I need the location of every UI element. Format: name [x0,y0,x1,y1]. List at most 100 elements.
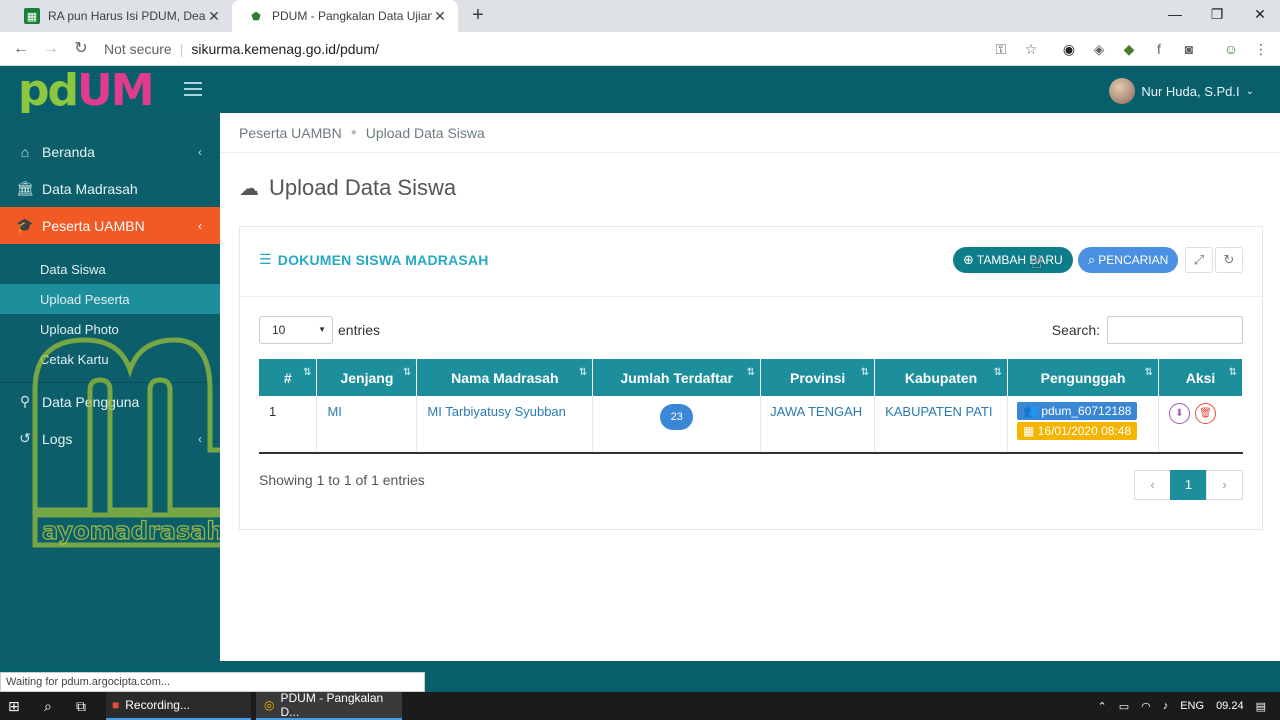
cell-nama[interactable]: MI Tarbiyatusy Syubban [416,396,594,454]
pagination: ‹ 1 › [1134,470,1243,500]
caret-down-icon: ▼ [318,325,326,334]
language-label[interactable]: ENG [1180,700,1204,712]
chevron-left-icon: ‹ [198,431,202,446]
add-new-button[interactable]: ⊕ TAMBAH BARU [953,247,1073,273]
record-icon: ■ [112,698,120,712]
extension-icon[interactable]: ◈ [1090,40,1108,58]
back-icon[interactable]: ← [8,36,34,62]
uploader-label: 👥 pdum_60712188 [1017,402,1138,420]
extension-icon[interactable]: ◉ [1060,40,1078,58]
main-content: Peserta UAMBN ● Upload Data Siswa ☁ Uplo… [220,113,1280,661]
browser-toolbar: ← → ↻ i Not secure | sikurma.kemenag.go.… [0,32,1280,295]
calendar-icon: ▦ [1023,424,1035,438]
institution-icon: 🏛 [16,180,34,196]
col-header-jumlah[interactable]: Jumlah Terdaftar ⇅ [592,359,762,396]
window-close-icon[interactable]: ✕ [1237,0,1280,30]
sort-icon: ⇅ [303,367,312,378]
notification-icon[interactable]: ▤ [1256,700,1266,713]
home-icon: ⌂ [20,143,30,160]
sidebar-item-data-madrasah[interactable]: 🏛 Data Madrasah [0,170,220,207]
user-menu[interactable]: Nur Huda, S.Pd.I ⌄ [1109,78,1254,104]
sidebar-subitem-upload-peserta[interactable]: Upload Peserta [0,284,220,314]
address-bar[interactable]: i Not secure | sikurma.kemenag.go.id/pdu… [104,34,1054,295]
camera-icon[interactable]: ◙ [1180,40,1198,58]
breadcrumb-current: Upload Data Siswa [365,124,485,141]
col-header-no[interactable]: # ⇅ [259,359,318,396]
facebook-icon[interactable]: f [1150,40,1168,58]
sidebar-subitem-data-siswa[interactable]: Data Siswa [0,254,220,284]
list-icon: ☰ [259,251,272,267]
col-header-kabupaten[interactable]: Kabupaten ⇅ [874,359,1009,396]
search-icon[interactable]: ⌕ [44,692,52,720]
volume-icon[interactable]: ♪ [1163,700,1169,712]
col-header-nama[interactable]: Nama Madrasah ⇅ [416,359,594,396]
history-icon: ↺ [19,430,31,446]
restore-icon[interactable]: ❐ [1194,0,1240,30]
taskbar-app-recording[interactable]: ■ Recording... [106,692,251,720]
cell-jumlah: 23 [592,396,762,454]
clock[interactable]: 09.24 [1216,700,1244,712]
hamburger-icon[interactable] [184,82,202,96]
reload-icon[interactable]: ↻ [68,36,94,62]
cell-kabupaten: KABUPATEN PATI [874,396,1009,454]
refresh-icon[interactable]: ↻ [1215,247,1243,273]
new-tab-icon[interactable]: + [466,4,490,28]
wifi-icon[interactable]: ◠ [1141,700,1151,713]
key-icon[interactable]: ⚿ [992,40,1010,58]
minimize-icon[interactable]: — [1152,0,1198,30]
sort-icon: ⇅ [746,367,756,378]
avatar [1109,78,1136,104]
pdum-logo[interactable]: pdUM [18,69,155,113]
profile-icon[interactable]: ☺ [1222,40,1240,58]
menu-icon[interactable]: ⋮ [1252,40,1270,58]
chevron-up-icon[interactable]: ⌃ [1097,700,1106,713]
search-input[interactable] [1107,316,1243,344]
search-icon: ⌕ [1088,252,1096,267]
table-info: Showing 1 to 1 of 1 entries [259,472,425,488]
prev-page-button[interactable]: ‹ [1134,470,1171,500]
windows-start-icon[interactable]: ⊞ [8,692,20,720]
browser-tab-2[interactable]: ⬟ PDUM - Pangkalan Data Ujian M ✕ [232,0,458,32]
sidebar-subitem-upload-photo[interactable]: Upload Photo [0,314,220,344]
sort-icon: ⇅ [860,367,870,378]
col-header-aksi[interactable]: Aksi ⇅ [1158,359,1244,396]
length-select[interactable]: 10 ▼ [259,316,333,344]
battery-icon[interactable]: ▭ [1119,700,1129,713]
col-header-provinsi[interactable]: Provinsi ⇅ [760,359,876,396]
table-row: 1 MI MI Tarbiyatusy Syubban 23 JAWA TENG… [259,396,1243,454]
sidebar-item-logs[interactable]: ↺ Logs ‹ [0,420,220,457]
forward-icon[interactable]: → [38,36,64,62]
sort-icon: ⇅ [993,367,1003,378]
next-page-button[interactable]: › [1206,470,1243,500]
sidebar-subitem-cetak-kartu[interactable]: Cetak Kartu [0,344,220,374]
close-icon[interactable]: ✕ [206,8,222,25]
download-icon[interactable]: ⬇ [1168,403,1190,424]
date-label: ▦ 16/01/2020 08:48 [1017,422,1138,440]
entries-length: 10 ▼ entries [259,316,380,344]
data-table: # ⇅ Jenjang ⇅ Nama Madrasah ⇅ Jumlah Terdaf… [259,359,1244,454]
chevron-down-icon: ⌄ [1245,85,1254,97]
breadcrumb-root[interactable]: Peserta UAMBN [239,125,342,141]
col-header-pengunggah[interactable]: Pengunggah ⇅ [1007,359,1159,396]
extension-icon[interactable]: ◆ [1120,40,1138,58]
system-tray: ⌃ ▭ ◠ ♪ ENG 09.24 ▤ [1097,692,1280,720]
trash-icon[interactable]: 🗑 [1194,403,1216,424]
user-name: Nur Huda, S.Pd.I [1141,83,1240,99]
page-button[interactable]: 1 [1170,470,1207,500]
sidebar-item-data-pengguna[interactable]: ⚲ Data Pengguna [0,383,220,420]
sidebar-item-beranda[interactable]: ⌂ Beranda ‹ [0,133,220,170]
close-icon[interactable]: ✕ [432,8,448,25]
browser-tab-1[interactable]: ▦ RA pun Harus Isi PDUM, Deadline ✕ [8,0,232,32]
sort-icon: ⇅ [578,367,588,378]
col-header-jenjang[interactable]: Jenjang ⇅ [316,359,418,396]
kemenag-icon: ⬟ [251,10,261,23]
user-lock-icon: ⚲ [19,393,31,409]
star-icon[interactable]: ☆ [1022,40,1040,58]
cell-jenjang[interactable]: MI [316,396,418,454]
task-view-icon[interactable]: ⧉ [76,692,86,720]
taskbar-app-chrome[interactable]: ◎ PDUM - Pangkalan D... [256,691,402,720]
search-button[interactable]: ⌕ PENCARIAN [1078,247,1179,273]
tab-title: RA pun Harus Isi PDUM, Deadline [48,9,206,23]
sidebar-item-peserta-uambn[interactable]: 🎓 Peserta UAMBN ‹ [0,207,220,244]
expand-icon[interactable]: ⤢ [1185,247,1213,273]
